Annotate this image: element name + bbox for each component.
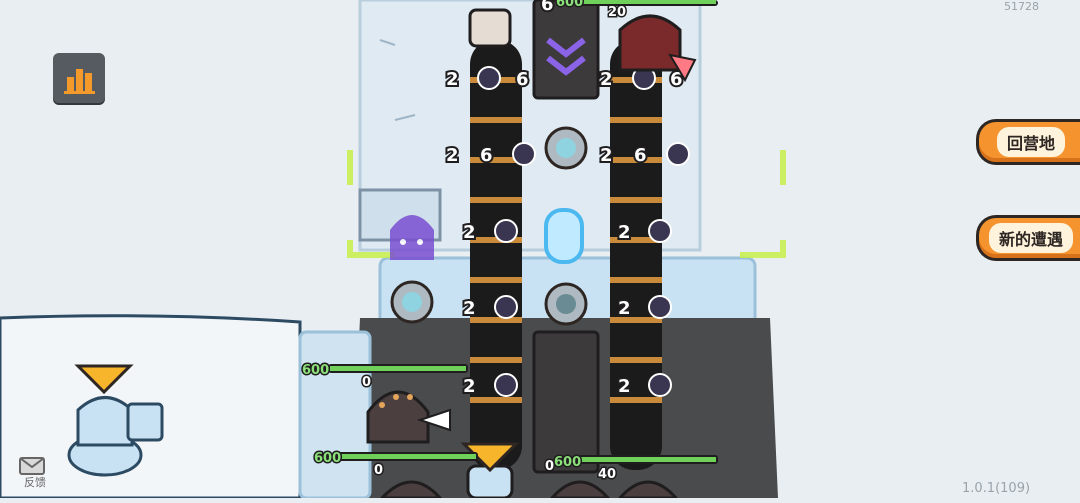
sad-face-icon — [494, 295, 518, 319]
return-camp-label: 回营地 — [996, 127, 1065, 157]
chain-label: 2 — [463, 298, 476, 319]
fist-icon — [544, 208, 584, 264]
chain-label: 2 — [618, 222, 631, 243]
sad-face-icon — [666, 142, 690, 166]
feedback-label: 反馈 — [24, 476, 46, 489]
left-chain — [470, 40, 522, 470]
sad-face-icon — [648, 373, 672, 397]
sad-face-icon — [494, 219, 518, 243]
chain-label: 2 — [446, 69, 459, 90]
ice-block — [298, 330, 372, 500]
stats-button[interactable] — [53, 53, 105, 103]
game-scene[interactable]: 2 6 2 6 2 6 2 6 2 2 2 2 2 2 6 600 0 600 … — [0, 0, 1080, 500]
unit-hp: 600 — [302, 363, 329, 378]
chain-label: 2 — [600, 145, 613, 166]
unit-hp: 600 — [556, 0, 583, 10]
game-board[interactable]: 2 6 2 6 2 6 2 6 2 2 2 2 2 2 6 600 0 600 … — [0, 0, 1080, 500]
sad-face-icon — [494, 373, 518, 397]
unit-shield: 20 — [608, 5, 626, 20]
feedback-button[interactable]: 反馈 — [16, 454, 52, 490]
chain-label: 2 — [446, 145, 459, 166]
chain-label: 6 — [516, 69, 529, 90]
sad-face-icon — [648, 295, 672, 319]
chain-label: 6 — [634, 145, 647, 166]
score-display: 51728 — [1004, 0, 1039, 13]
dark-tower-bottom — [532, 330, 600, 474]
hp-bar — [580, 0, 718, 6]
right-chain — [610, 40, 662, 470]
unit-hp: 600 — [554, 455, 581, 470]
unit-shield: 0 — [362, 375, 371, 390]
hp-bar — [578, 455, 718, 464]
top-label: 6 — [541, 0, 554, 15]
stone-unit-top[interactable] — [468, 8, 512, 48]
chain-label: 2 — [463, 222, 476, 243]
version-label: 1.0.1(109) — [962, 481, 1031, 496]
sad-face-icon — [648, 219, 672, 243]
chain-label: 6 — [480, 145, 493, 166]
unit-shield: 0 — [374, 463, 383, 478]
chain-label: 2 — [618, 376, 631, 397]
chain-label: 2 — [463, 376, 476, 397]
sad-face-icon — [512, 142, 536, 166]
chain-label: 2 — [618, 298, 631, 319]
new-encounter-button[interactable]: 新的遭遇 — [976, 215, 1080, 261]
new-encounter-label: 新的遭遇 — [988, 223, 1073, 253]
unit-hp: 600 — [314, 451, 341, 466]
hp-bar — [328, 364, 468, 373]
chain-label: 2 — [600, 69, 613, 90]
unit-shield: 0 — [545, 459, 554, 474]
stats-icon — [64, 69, 95, 94]
hp-bar — [338, 452, 478, 461]
sad-face-icon — [477, 66, 501, 90]
return-camp-button[interactable]: 回营地 — [976, 119, 1080, 165]
unit-shield: 40 — [598, 467, 616, 482]
